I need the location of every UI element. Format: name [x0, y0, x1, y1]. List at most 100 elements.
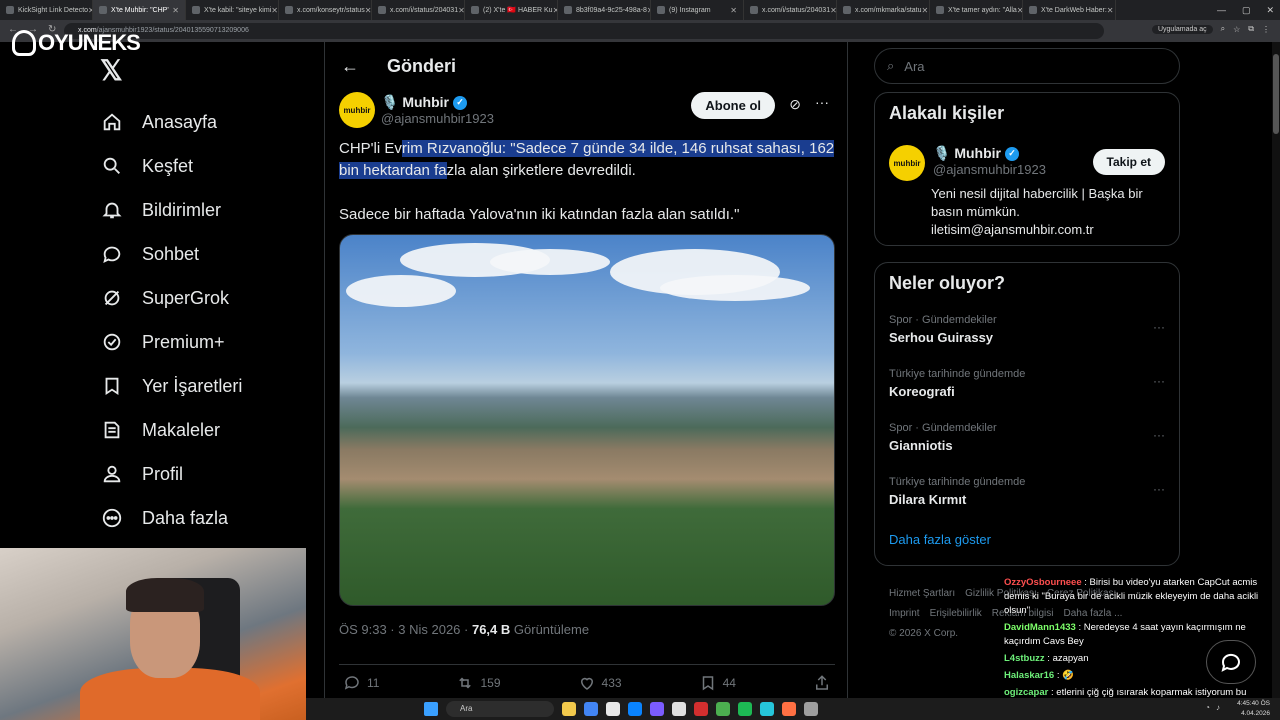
browser-tab[interactable]: KickSight Link Detecto✕ — [0, 0, 93, 20]
app-icon[interactable] — [650, 702, 664, 716]
app-icon[interactable] — [804, 702, 818, 716]
more-options-icon[interactable]: ··· — [1153, 320, 1165, 334]
more-options-icon[interactable]: ··· — [1153, 482, 1165, 496]
tab-close-icon[interactable]: ✕ — [922, 6, 929, 15]
tab-close-icon[interactable]: ✕ — [830, 6, 836, 15]
url-input[interactable]: x.com/ajansmuhbir1923/status/20401355907… — [64, 23, 1104, 39]
grok-icon[interactable]: ⊘ — [789, 96, 801, 113]
browser-tab[interactable]: x.com/konseytr/status ✕ — [279, 0, 372, 20]
bookmark-button[interactable]: 44 — [699, 674, 736, 692]
app-icon[interactable] — [738, 702, 752, 716]
post-timestamp[interactable]: ÖS 9:33 · 3 Nis 2026 · — [339, 622, 468, 637]
trend-item[interactable]: Spor · Gündemdekiler Gianniotis ··· — [875, 416, 1179, 470]
app-icon[interactable] — [606, 702, 620, 716]
tab-close-icon[interactable]: ✕ — [1107, 6, 1114, 15]
tab-close-icon[interactable]: ✕ — [271, 6, 278, 15]
sidebar-item-home[interactable]: Anasayfa — [100, 100, 242, 144]
subscribe-button[interactable]: Abone ol — [691, 92, 775, 119]
show-more-link[interactable]: Daha fazla göster — [875, 524, 1179, 555]
sidebar-item-profile[interactable]: Profil — [100, 452, 242, 496]
more-options-icon[interactable]: ··· — [1153, 428, 1165, 442]
taskbar-search[interactable]: Ara — [446, 701, 554, 717]
tab-close-icon[interactable]: ✕ — [458, 6, 464, 15]
browser-tab[interactable]: x.com/mkmarka/statu ✕ — [837, 0, 930, 20]
sidebar-item-grok[interactable]: SuperGrok — [100, 276, 242, 320]
app-icon[interactable] — [760, 702, 774, 716]
app-icon[interactable] — [628, 702, 642, 716]
scrollbar-thumb[interactable] — [1273, 54, 1279, 134]
repost-button[interactable]: 159 — [456, 674, 501, 692]
app-icon[interactable] — [782, 702, 796, 716]
footer-link[interactable]: Imprint — [889, 608, 920, 619]
page-scrollbar[interactable] — [1272, 42, 1280, 698]
trend-item[interactable]: Spor · Gündemdekiler Serhou Guirassy ··· — [875, 308, 1179, 362]
avatar[interactable]: muhbir — [889, 145, 925, 181]
x-logo-icon[interactable]: 𝕏 — [100, 54, 123, 87]
tab-close-icon[interactable]: ✕ — [365, 6, 371, 15]
author-name-row[interactable]: 🎙️ Muhbir ✓ — [381, 94, 494, 111]
like-button[interactable]: 433 — [578, 674, 622, 692]
app-icon[interactable] — [584, 702, 598, 716]
sidebar-item-article[interactable]: Makaleler — [100, 408, 242, 452]
trend-item[interactable]: Türkiye tarihinde gündemde Dilara Kırmıt ·… — [875, 470, 1179, 524]
taskbar-clock[interactable]: 4:45:40 ÖS 4.04.2026 — [1237, 699, 1270, 719]
app-icon[interactable] — [694, 702, 708, 716]
chat-username[interactable]: L4stbuzz — [1004, 653, 1045, 664]
related-name-row[interactable]: 🎙️ Muhbir ✓ — [933, 145, 1046, 162]
close-icon[interactable]: ✕ — [1266, 5, 1274, 16]
reply-button[interactable]: 11 — [343, 674, 379, 692]
browser-tab[interactable]: x.com/i/status/204031 ✕ — [744, 0, 837, 20]
browser-tab[interactable]: X'te tamer aydın: "Alla ✕ — [930, 0, 1023, 20]
more-options-icon[interactable]: ··· — [815, 94, 829, 110]
browser-tab[interactable]: (2) X'te 🇹🇷 HABER Ku✕ — [465, 0, 558, 20]
extensions-icon[interactable]: ⧉ — [1248, 24, 1254, 34]
trend-item[interactable]: Türkiye tarihinde gündemde Koreografi ··· — [875, 362, 1179, 416]
avatar[interactable]: muhbir — [339, 92, 375, 128]
author-handle[interactable]: @ajansmuhbir1923 — [381, 111, 494, 126]
search-input[interactable]: ⌕ Ara — [874, 48, 1180, 84]
zoom-icon[interactable]: ⌕ — [1221, 24, 1225, 34]
volume-icon[interactable]: ♪ — [1216, 703, 1220, 712]
chat-username[interactable]: Halaskar16 — [1004, 670, 1054, 681]
app-icon[interactable] — [672, 702, 686, 716]
footer-link[interactable]: Hizmet Şartları — [889, 588, 955, 599]
sidebar-item-verified[interactable]: Premium+ — [100, 320, 242, 364]
related-person[interactable]: muhbir 🎙️ Muhbir ✓ @ajansmuhbir1923 — [889, 145, 1046, 181]
wifi-icon[interactable]: ◔ — [1205, 703, 1210, 712]
related-handle[interactable]: @ajansmuhbir1923 — [933, 162, 1046, 177]
back-arrow-icon[interactable]: ← — [341, 56, 359, 77]
system-tray[interactable]: ◔ ♪ — [1205, 703, 1220, 712]
menu-icon[interactable]: ⋮ — [1262, 25, 1270, 34]
star-icon[interactable]: ☆ — [1233, 25, 1240, 34]
footer-link[interactable]: Erişilebilirlik — [930, 608, 982, 619]
chat-username[interactable]: DavidMann1433 — [1004, 622, 1076, 633]
browser-tab[interactable]: x.com/i/status/204031 ✕ — [372, 0, 465, 20]
author-name[interactable]: 🎙️ Muhbir — [381, 94, 449, 111]
minimize-icon[interactable]: — — [1217, 5, 1226, 15]
sidebar-item-bookmark[interactable]: Yer İşaretleri — [100, 364, 242, 408]
tab-close-icon[interactable]: ✕ — [172, 6, 179, 15]
browser-tab[interactable]: (9) Instagram ✕ — [651, 0, 744, 20]
chat-username[interactable]: ogizcapar — [1004, 687, 1048, 698]
more-options-icon[interactable]: ··· — [1153, 374, 1165, 388]
maximize-icon[interactable]: ▢ — [1242, 5, 1251, 16]
chat-username[interactable]: OzzyOsbourneee — [1004, 577, 1082, 588]
sidebar-item-more-circle[interactable]: Daha fazla — [100, 496, 242, 540]
app-icon[interactable] — [562, 702, 576, 716]
post-image[interactable] — [339, 234, 835, 606]
browser-tab[interactable]: X'te Muhbir: "CHP' ✕ — [93, 0, 186, 20]
browser-tab[interactable]: X'te DarkWeb Haber: ✕ — [1023, 0, 1116, 20]
messages-button[interactable] — [1206, 640, 1256, 684]
sidebar-item-chat[interactable]: Sohbet — [100, 232, 242, 276]
open-in-app-button[interactable]: Uygulamada aç — [1151, 24, 1213, 34]
follow-button[interactable]: Takip et — [1092, 149, 1165, 175]
related-name[interactable]: 🎙️ Muhbir — [933, 145, 1001, 162]
sidebar-item-search[interactable]: Keşfet — [100, 144, 242, 188]
browser-tab[interactable]: 8b3f09a4-9c25-498a-8✕ — [558, 0, 651, 20]
app-icon[interactable] — [716, 702, 730, 716]
sidebar-item-bell[interactable]: Bildirimler — [100, 188, 242, 232]
share-button[interactable] — [813, 674, 831, 692]
tab-close-icon[interactable]: ✕ — [730, 6, 737, 15]
windows-start-icon[interactable] — [424, 702, 438, 716]
browser-tab[interactable]: X'te kabil: "siteye kimi ✕ — [186, 0, 279, 20]
